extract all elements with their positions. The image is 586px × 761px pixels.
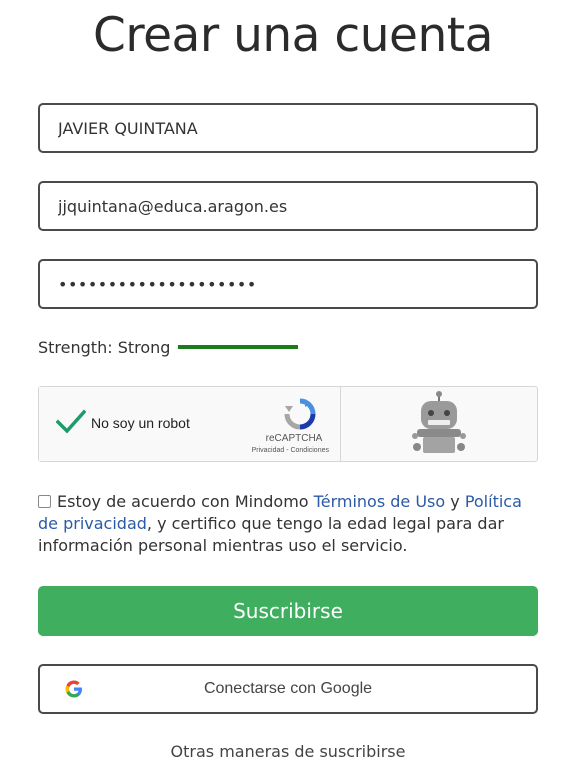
password-input[interactable] (40, 261, 518, 307)
terms-conj: y (445, 492, 465, 511)
checkmark-icon[interactable] (55, 409, 87, 440)
recaptcha-logo-icon (283, 397, 317, 436)
name-input[interactable] (40, 105, 518, 151)
email-input[interactable] (40, 183, 518, 229)
terms-prefix: Estoy de acuerdo con Mindomo (57, 492, 314, 511)
recaptcha-label: No soy un robot (91, 415, 190, 431)
subscribe-button[interactable]: Suscribirse (38, 586, 538, 636)
terms-of-use-link[interactable]: Términos de Uso (314, 492, 446, 511)
password-strength-label: Strength: Strong (38, 338, 171, 357)
terms-checkbox[interactable] (38, 495, 51, 508)
recaptcha-widget: No soy un robot reCAPTCHA Privacidad - C… (38, 386, 538, 462)
password-strength-bar (178, 345, 298, 349)
password-field-wrapper (38, 259, 538, 309)
other-signup-link[interactable]: Otras maneras de suscribirse (0, 742, 576, 761)
robot-icon (409, 391, 469, 462)
email-field-wrapper (38, 181, 538, 231)
name-field-wrapper (38, 103, 538, 153)
terms-agreement: Estoy de acuerdo con Mindomo Términos de… (38, 491, 538, 557)
page-title: Crear una cuenta (93, 8, 493, 63)
recaptcha-links[interactable]: Privacidad - Condiciones (237, 447, 329, 454)
recaptcha-brand: reCAPTCHA (265, 433, 323, 444)
google-signin-label: Conectarse con Google (203, 680, 373, 697)
google-signin-button[interactable]: Conectarse con Google (38, 664, 538, 714)
recaptcha-checkbox-area[interactable]: No soy un robot reCAPTCHA Privacidad - C… (39, 387, 341, 461)
